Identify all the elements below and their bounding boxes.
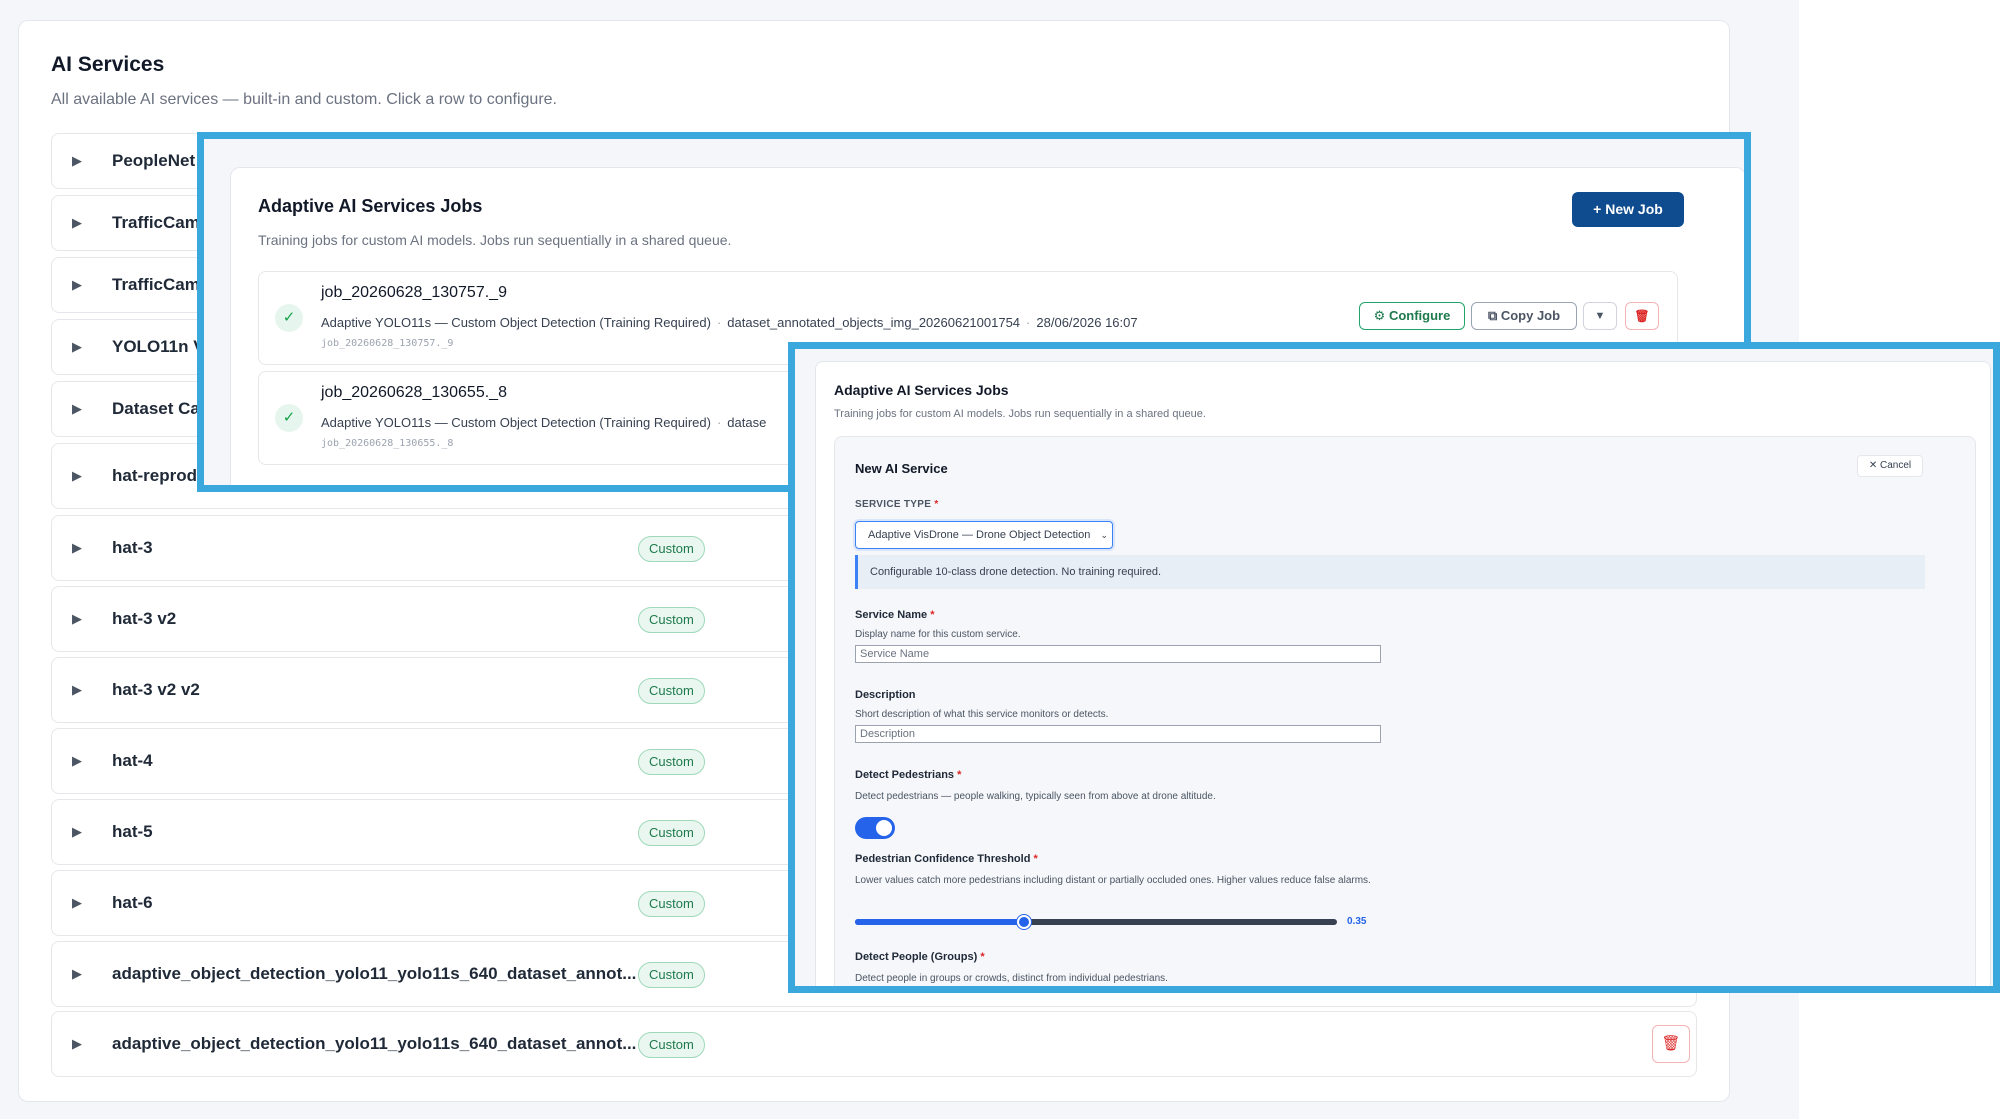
new-job-button[interactable]: + New Job <box>1572 192 1684 227</box>
expand-icon: ▶ <box>72 540 82 555</box>
description-help: Short description of what this service m… <box>855 709 1109 720</box>
service-row[interactable]: ▶ adaptive_object_detection_yolo11_yolo1… <box>51 1011 1697 1077</box>
expand-icon: ▶ <box>72 966 82 981</box>
slider-fill <box>855 919 1024 925</box>
jobs-subtitle: Training jobs for custom AI models. Jobs… <box>258 232 732 248</box>
service-type-label: SERVICE TYPE * <box>855 499 939 510</box>
job-date: 28/06/2026 16:07 <box>1036 315 1138 330</box>
separator-dot: · <box>716 315 722 330</box>
expand-icon: ▶ <box>72 895 82 910</box>
job-name: job_20260628_130655._8 <box>321 384 507 401</box>
pedestrian-threshold-value: 0.35 <box>1347 916 1367 927</box>
job-id: job_20260628_130757._9 <box>321 338 454 349</box>
service-name: adaptive_object_detection_yolo11_yolo11s… <box>112 1034 637 1053</box>
detect-pedestrians-toggle[interactable] <box>855 817 895 839</box>
service-name-label: Service Name * <box>855 609 935 621</box>
check-icon: ✓ <box>275 304 303 332</box>
jobs-subtitle: Training jobs for custom AI models. Jobs… <box>834 408 1206 420</box>
expand-icon: ▶ <box>72 277 82 292</box>
job-meta: Adaptive YOLO11s — Custom Object Detecti… <box>321 415 766 430</box>
service-type-select[interactable]: Adaptive VisDrone — Drone Object Detecti… <box>855 521 1113 549</box>
copy-job-button[interactable]: ⧉ Copy Job <box>1471 302 1577 330</box>
expand-icon: ▶ <box>72 824 82 839</box>
service-name: PeopleNet <box>112 151 196 170</box>
service-name: hat-3 v2 v2 <box>112 680 200 699</box>
job-name: job_20260628_130757._9 <box>321 284 507 301</box>
jobs-title: Adaptive AI Services Jobs <box>834 382 1009 398</box>
page-subtitle: All available AI services — built-in and… <box>51 91 557 108</box>
service-name: TrafficCam <box>112 275 200 294</box>
new-service-form: New AI Service ✕ Cancel SERVICE TYPE * A… <box>834 436 1976 986</box>
new-service-zoom: Adaptive AI Services Jobs Training jobs … <box>788 342 2000 993</box>
form-title: New AI Service <box>855 461 948 476</box>
separator-dot: · <box>1026 315 1031 330</box>
description-label: Description <box>855 689 916 701</box>
cancel-button[interactable]: ✕ Cancel <box>1857 455 1923 477</box>
configure-button[interactable]: ⚙ Configure <box>1359 302 1465 330</box>
service-name: hat-5 <box>112 822 153 841</box>
expand-icon: ▶ <box>72 153 82 168</box>
service-name: hat-3 v2 <box>112 609 177 628</box>
expand-icon: ▶ <box>72 468 82 483</box>
expand-icon: ▶ <box>72 401 82 416</box>
custom-badge: Custom <box>638 749 705 775</box>
custom-badge: Custom <box>638 820 705 846</box>
service-name: hat-4 <box>112 751 153 770</box>
service-name: Dataset Ca <box>112 399 200 418</box>
expand-icon: ▶ <box>72 1036 82 1051</box>
service-name: hat-6 <box>112 893 153 912</box>
page-title: AI Services <box>51 53 165 76</box>
custom-badge: Custom <box>638 607 705 633</box>
service-name: hat-reprod <box>112 466 197 485</box>
expand-icon: ▶ <box>72 339 82 354</box>
job-id: job_20260628_130655._8 <box>321 438 454 449</box>
job-model: Adaptive YOLO11s — Custom Object Detecti… <box>321 415 711 430</box>
detect-people-groups-label: Detect People (Groups) * <box>855 951 985 963</box>
service-name-help: Display name for this custom service. <box>855 629 1021 640</box>
service-name: YOLO11n V <box>112 337 205 356</box>
detect-people-groups-help: Detect people in groups or crowds, disti… <box>855 973 1168 984</box>
detect-pedestrians-help: Detect pedestrians — people walking, typ… <box>855 791 1216 802</box>
expand-icon: ▶ <box>72 215 82 230</box>
service-name: hat-3 <box>112 538 153 557</box>
job-dataset: dataset_annotated_objects_img_2026062100… <box>727 315 1021 330</box>
custom-badge: Custom <box>638 536 705 562</box>
expand-icon: ▶ <box>72 753 82 768</box>
service-name: adaptive_object_detection_yolo11_yolo11s… <box>112 964 637 983</box>
service-type-value: Adaptive VisDrone — Drone Object Detecti… <box>868 529 1091 541</box>
custom-badge: Custom <box>638 1032 705 1058</box>
check-icon: ✓ <box>275 404 303 432</box>
toggle-knob <box>876 820 892 836</box>
new-service-card: Adaptive AI Services Jobs Training jobs … <box>815 361 1991 986</box>
service-name-input[interactable]: Service Name <box>855 645 1381 663</box>
delete-service-button[interactable]: 🗑 <box>1652 1025 1690 1063</box>
pedestrian-threshold-label: Pedestrian Confidence Threshold * <box>855 853 1038 865</box>
expand-icon: ▶ <box>72 611 82 626</box>
service-name: TrafficCam <box>112 213 200 232</box>
chevron-down-icon[interactable]: ▼ <box>1583 302 1617 330</box>
chevron-down-icon: ⌄ <box>1100 522 1108 548</box>
description-input[interactable]: Description <box>855 725 1381 743</box>
jobs-title: Adaptive AI Services Jobs <box>258 196 483 216</box>
custom-badge: Custom <box>638 678 705 704</box>
job-model: Adaptive YOLO11s — Custom Object Detecti… <box>321 315 711 330</box>
detect-pedestrians-label: Detect Pedestrians * <box>855 769 962 781</box>
delete-job-button[interactable]: 🗑 <box>1625 302 1659 330</box>
pedestrian-threshold-help: Lower values catch more pedestrians incl… <box>855 875 1371 886</box>
job-meta: Adaptive YOLO11s — Custom Object Detecti… <box>321 315 1138 330</box>
service-type-info: Configurable 10-class drone detection. N… <box>855 555 1925 589</box>
separator-dot: · <box>716 415 722 430</box>
custom-badge: Custom <box>638 962 705 988</box>
pedestrian-threshold-slider[interactable] <box>855 915 1337 929</box>
expand-icon: ▶ <box>72 682 82 697</box>
slider-thumb[interactable] <box>1016 915 1031 929</box>
custom-badge: Custom <box>638 891 705 917</box>
job-dataset: datase <box>727 415 767 430</box>
